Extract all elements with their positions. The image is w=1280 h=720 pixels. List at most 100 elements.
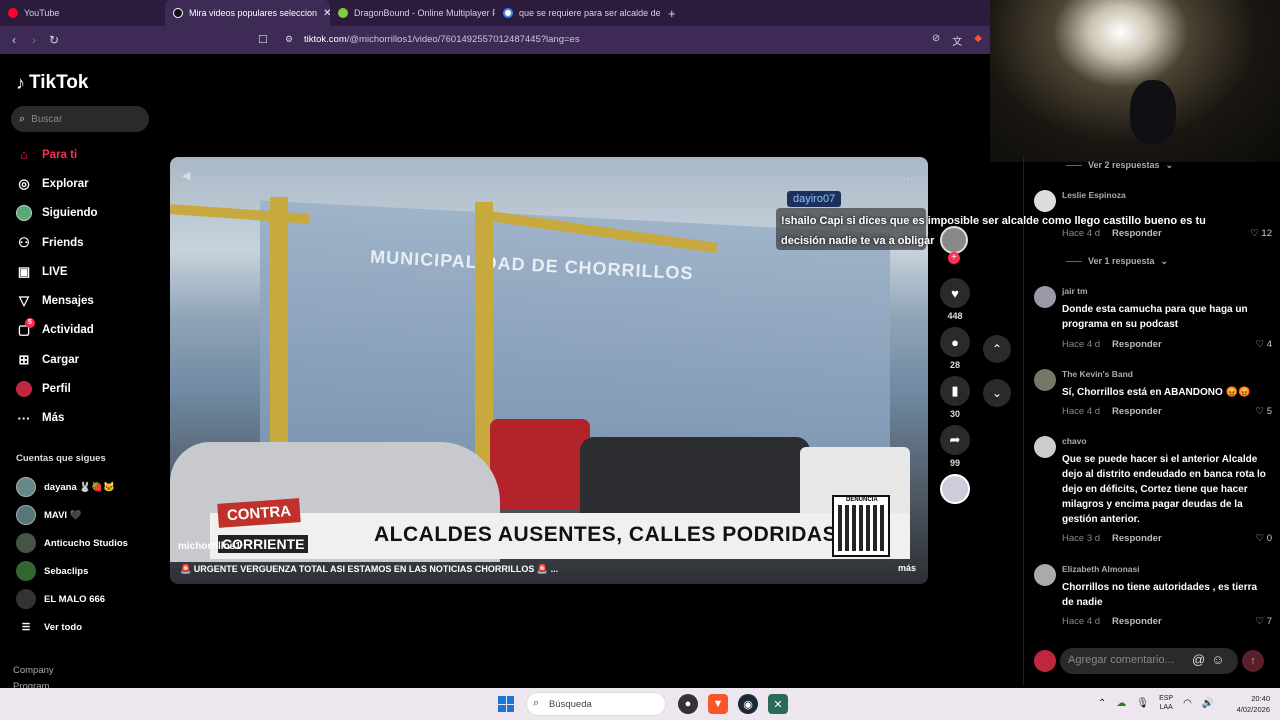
avatar (16, 505, 36, 525)
nav-cargar[interactable]: ⊞ Cargar (16, 345, 98, 374)
chevron-down-icon: ⌄ (1160, 255, 1169, 266)
reply-button[interactable]: Responder (1112, 406, 1162, 417)
video-options-icon[interactable]: ··· (902, 171, 914, 185)
reply-button[interactable]: Responder (1112, 339, 1162, 350)
nav-label: Más (42, 412, 65, 425)
nav-actividad[interactable]: ▢ 5 Actividad (16, 316, 98, 345)
volume-icon[interactable]: ◀ (182, 169, 190, 182)
comment-user[interactable]: The Kevin's Band (1062, 369, 1133, 379)
live-icon: ▣ (17, 263, 31, 279)
reader-mode-icon[interactable]: ⊘ (932, 33, 940, 48)
translate-icon[interactable]: 文 (952, 33, 962, 48)
view-replies-link[interactable]: Ver 2 respuestas ⌄ (1066, 158, 1173, 172)
brave-icon[interactable]: ▼ (708, 694, 728, 714)
nav-explorar[interactable]: ◎ Explorar (16, 169, 98, 198)
messages-icon: ▽ (19, 293, 29, 309)
game-app-icon[interactable]: ✕ (768, 694, 788, 714)
emoji-icon[interactable]: ☺ (1211, 652, 1224, 667)
following-item[interactable]: MAVI 🖤 (16, 501, 128, 529)
address-actions: ⊘ 文 ◆ (932, 33, 982, 48)
brave-shield-icon[interactable]: ◆ (974, 33, 982, 48)
reply-button[interactable]: Responder (1112, 533, 1162, 544)
list-icon: ☰ (21, 621, 31, 633)
tab-tiktok[interactable]: Mira videos populares seleccion ✕ (165, 0, 330, 26)
save-count: 30 (949, 409, 960, 419)
discord-icon[interactable]: ● (678, 694, 698, 714)
taskbar-clock[interactable]: 20:40 4/02/2026 (1226, 693, 1270, 715)
nav-para-ti[interactable]: ⌂ Para ti (16, 140, 98, 169)
comment-like-button[interactable]: ♡ 0 (1256, 533, 1272, 544)
save-button[interactable]: ▮ 30 (936, 376, 974, 419)
steam-icon[interactable]: ◉ (738, 694, 758, 714)
like-button[interactable]: ♥ 448 (936, 278, 974, 321)
volume-icon[interactable]: 🔊 (1202, 698, 1214, 709)
url-field[interactable]: tiktok.com/@michorrillos1/video/76014925… (304, 34, 580, 45)
following-item[interactable]: Sebaclips (16, 557, 128, 585)
current-user-avatar (1034, 650, 1056, 672)
nav-perfil[interactable]: Perfil (16, 374, 98, 403)
taskbar-search[interactable]: ⌕ Búsqueda (526, 692, 666, 716)
forward-icon[interactable]: › (24, 33, 44, 47)
tab-google-search[interactable]: que se requiere para ser alcalde de (495, 0, 660, 26)
mention-icon[interactable]: @ (1192, 652, 1205, 667)
video-author[interactable]: michorrillos1 (178, 541, 241, 552)
nav-siguiendo[interactable]: Siguiendo (16, 199, 98, 228)
reply-button[interactable]: Responder (1112, 228, 1162, 239)
comment-time: Hace 4 d (1062, 406, 1101, 417)
avatar[interactable] (1034, 436, 1056, 458)
onedrive-icon[interactable]: ☁ (1116, 698, 1126, 709)
tray-chevron-up-icon[interactable]: ⌃ (1098, 698, 1106, 709)
wifi-icon[interactable]: ◠ (1183, 698, 1192, 709)
comment-item: chavo Que se puede hacer si el anterior … (1034, 436, 1274, 546)
windows-start-icon[interactable] (498, 696, 514, 712)
microphone-icon[interactable]: 🎙 (1136, 698, 1149, 709)
comment-user[interactable]: chavo (1062, 436, 1087, 446)
author-avatar-button[interactable] (940, 226, 968, 254)
previous-video-chevron-up-icon[interactable]: ⌃ (983, 335, 1011, 363)
new-tab-icon[interactable]: + (660, 6, 684, 21)
see-all-link[interactable]: ☰ Ver todo (16, 613, 128, 641)
caption-more-link[interactable]: más (898, 563, 916, 573)
replies-label: Ver 1 respuesta (1088, 256, 1155, 266)
following-item[interactable]: EL MALO 666 (16, 585, 128, 613)
nav-live[interactable]: ▣ LIVE (16, 257, 98, 286)
tiktok-logo[interactable]: ♪ TikTok (16, 72, 88, 94)
comment-user[interactable]: jair tm (1062, 286, 1088, 296)
share-button[interactable]: ➦ 99 (936, 425, 974, 468)
post-comment-button[interactable]: ↑ (1242, 650, 1264, 672)
following-item[interactable]: Anticucho Studios (16, 529, 128, 557)
reload-icon[interactable]: ↻ (44, 33, 64, 47)
site-info-icon[interactable]: ⚙ (285, 34, 293, 45)
reply-button[interactable]: Responder (1112, 616, 1162, 627)
nav-friends[interactable]: ⚇ Friends (16, 228, 98, 257)
comment-user[interactable]: Elizabeth Almonasi (1062, 564, 1140, 574)
comment-like-button[interactable]: ♡ 7 (1256, 616, 1272, 627)
tab-youtube[interactable]: YouTube (0, 0, 165, 26)
avatar[interactable] (1034, 369, 1056, 391)
comment-like-button[interactable]: ♡ 12 (1250, 228, 1272, 239)
comment-like-button[interactable]: ♡ 5 (1256, 406, 1272, 417)
avatar[interactable] (1034, 564, 1056, 586)
music-disc-button[interactable] (936, 474, 974, 504)
language-indicator[interactable]: ESP LAA (1159, 694, 1173, 712)
close-tab-icon[interactable]: ✕ (323, 8, 330, 19)
avatar[interactable] (1034, 286, 1056, 308)
comment-user[interactable]: Leslie Espinoza (1062, 190, 1126, 200)
avatar (16, 533, 36, 553)
compass-icon: ◎ (18, 175, 30, 191)
nav-mas[interactable]: ··· Más (16, 404, 98, 433)
view-replies-link[interactable]: Ver 1 respuesta ⌄ (1066, 254, 1168, 268)
follow-plus-icon[interactable]: + (948, 252, 960, 264)
bookmark-icon[interactable]: ☐ (258, 33, 268, 46)
back-icon[interactable]: ‹ (4, 33, 24, 47)
avatar[interactable] (1034, 190, 1056, 212)
nav-mensajes[interactable]: ▽ Mensajes (16, 286, 98, 315)
tab-dragonbound[interactable]: DragonBound - Online Multiplayer F (330, 0, 495, 26)
following-item[interactable]: dayana 🐰🍓🐱 (16, 473, 128, 501)
next-video-chevron-down-icon[interactable]: ⌄ (983, 379, 1011, 407)
comment-meta: Hace 4 d Responder ♡ 4 (1062, 339, 1272, 350)
comment-button[interactable]: ● 28 (936, 327, 974, 370)
comment-like-button[interactable]: ♡ 4 (1256, 339, 1272, 350)
search-input[interactable]: ⌕ Buscar (11, 106, 149, 132)
footer-link-company[interactable]: Company (13, 663, 54, 679)
